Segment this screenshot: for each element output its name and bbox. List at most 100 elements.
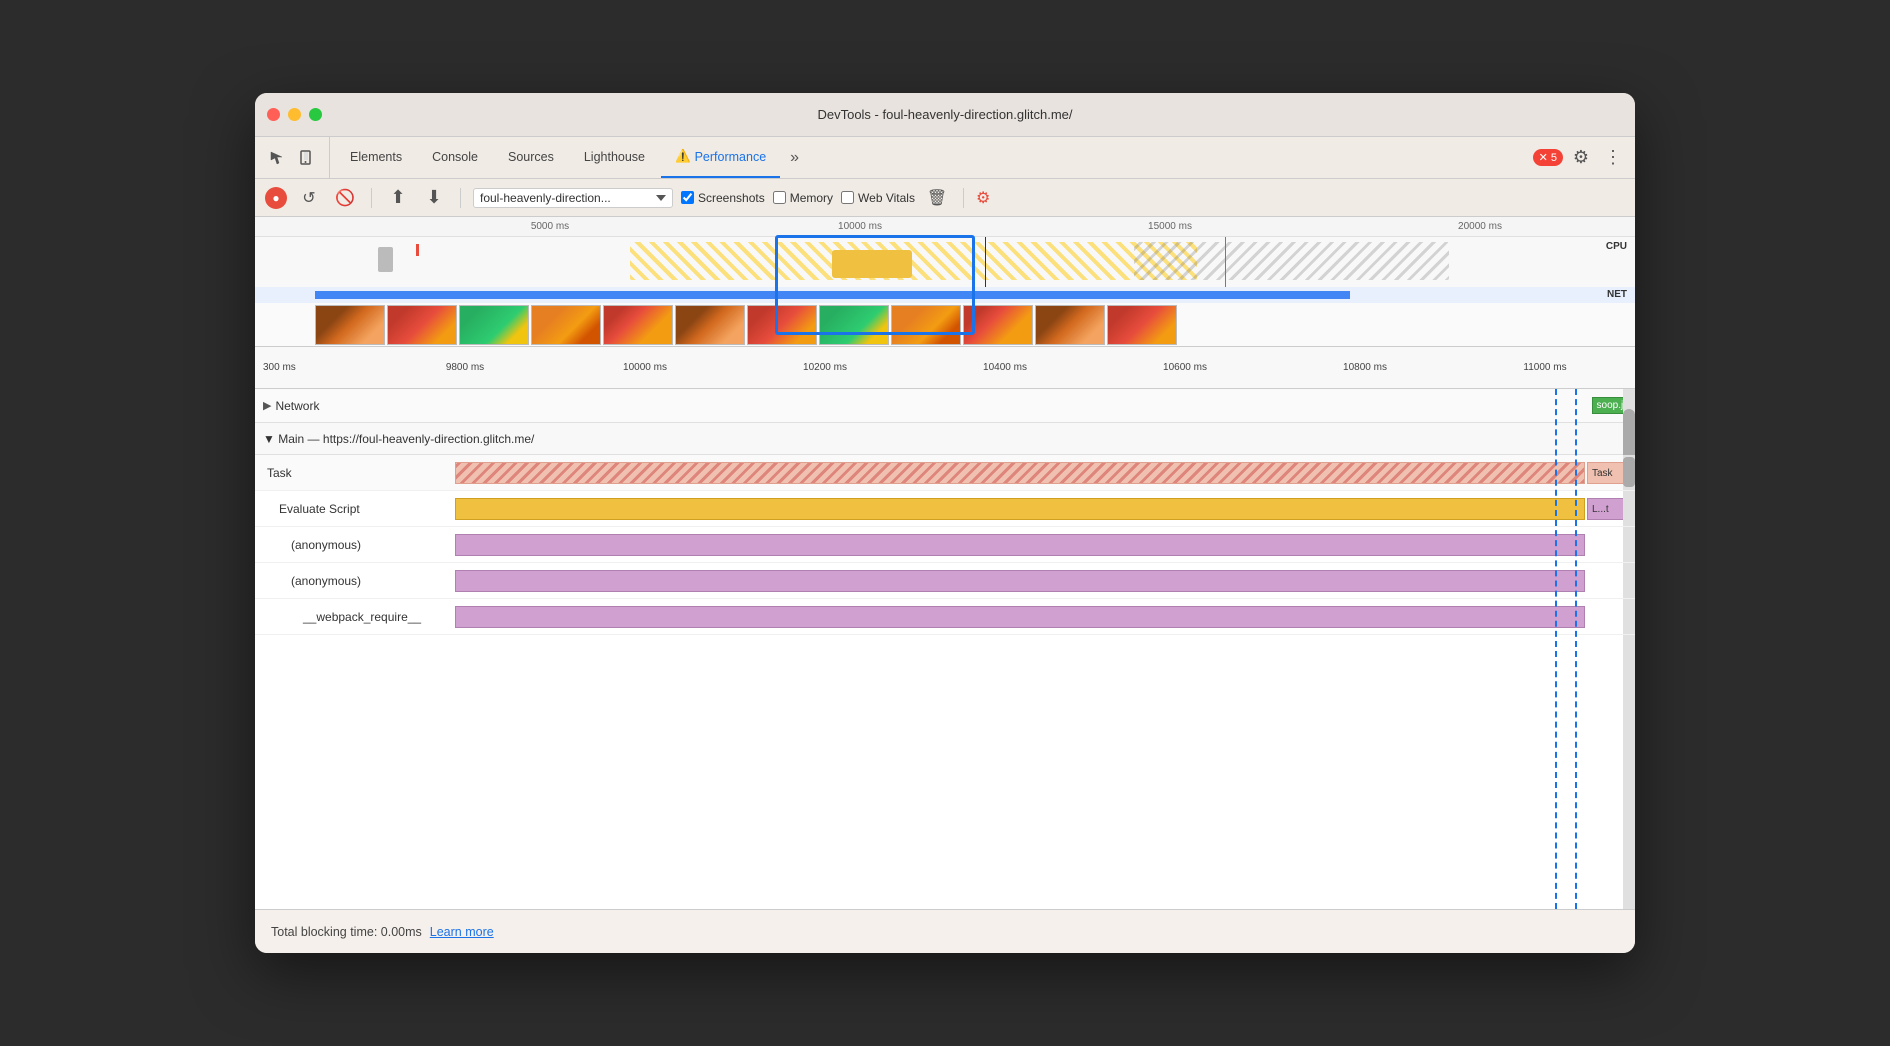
- webpack-label: __webpack_require__: [255, 610, 455, 624]
- screenshots-checkbox-group: Screenshots: [681, 191, 765, 205]
- perf-settings-icon[interactable]: ⚙: [976, 188, 990, 208]
- flame-row-task: Task Task: [255, 455, 1635, 491]
- screenshots-label: Screenshots: [698, 191, 765, 205]
- tab-elements[interactable]: Elements: [336, 137, 416, 178]
- webpack-bar[interactable]: [455, 606, 1585, 628]
- error-badge[interactable]: ✕ 5: [1533, 149, 1563, 166]
- screenshot-thumb-12: [1107, 305, 1177, 345]
- screenshot-thumb-11: [1035, 305, 1105, 345]
- reload-record-button[interactable]: ↺: [295, 184, 323, 212]
- cpu-gold-bump: [832, 250, 912, 278]
- detail-mark-4: 10600 ms: [1095, 362, 1275, 373]
- timeline-ruler: 5000 ms 10000 ms 15000 ms 20000 ms: [255, 217, 1635, 237]
- window-title: DevTools - foul-heavenly-direction.glitc…: [817, 107, 1072, 122]
- screenshot-thumb-8: [819, 305, 889, 345]
- anon2-bar-area: [455, 563, 1635, 598]
- toolbar-divider-3: [963, 188, 964, 208]
- error-x-icon: ✕: [1539, 151, 1548, 164]
- row-scrollbar-3: [1623, 527, 1635, 562]
- perf-toolbar: ● ↺ 🚫 ⬆ ⬇ foul-heavenly-direction... Scr…: [255, 179, 1635, 217]
- close-button[interactable]: [267, 108, 280, 121]
- row-scrollbar-2: [1623, 491, 1635, 526]
- anon2-bar[interactable]: [455, 570, 1585, 592]
- status-bar: Total blocking time: 0.00ms Learn more: [255, 909, 1635, 953]
- task-label: Task: [255, 466, 455, 480]
- record-button[interactable]: ●: [265, 187, 287, 209]
- evaluate-bar[interactable]: [455, 498, 1585, 520]
- detail-mark-6: 11000 ms: [1455, 362, 1635, 373]
- timeline-overview: 5000 ms 10000 ms 15000 ms 20000 ms CPU: [255, 217, 1635, 347]
- row-scrollbar-5: [1623, 599, 1635, 634]
- tab-sources[interactable]: Sources: [494, 137, 568, 178]
- ruler-marks: 5000 ms 10000 ms 15000 ms 20000 ms: [255, 221, 1635, 232]
- anon1-bar-area: [455, 527, 1635, 562]
- more-options-icon[interactable]: ⋮: [1599, 144, 1627, 172]
- flame-row-webpack: __webpack_require__: [255, 599, 1635, 635]
- flame-chart: ▶ Network soop.j! ▼ Main — https://foul-…: [255, 389, 1635, 909]
- toolbar-divider: [371, 188, 372, 208]
- memory-label: Memory: [790, 191, 833, 205]
- tab-lighthouse[interactable]: Lighthouse: [570, 137, 659, 178]
- screenshot-thumb-5: [603, 305, 673, 345]
- maximize-button[interactable]: [309, 108, 322, 121]
- devtools-window: DevTools - foul-heavenly-direction.glitc…: [255, 93, 1635, 953]
- timeline-detail: 300 ms 9800 ms 10000 ms 10200 ms 10400 m…: [255, 347, 1635, 389]
- evaluate-label: Evaluate Script: [255, 502, 455, 516]
- inspect-icon[interactable]: [263, 144, 291, 172]
- trash-icon[interactable]: 🗑: [923, 184, 951, 212]
- detail-left-mark: 300 ms: [255, 362, 315, 373]
- devtools-tabs: Elements Console Sources Lighthouse ⚠️ P…: [255, 137, 1635, 179]
- screenshot-thumb-3: [459, 305, 529, 345]
- cpu-hatch-gray: [1134, 242, 1449, 280]
- screenshots-row: [255, 303, 1635, 347]
- ruler-mark-0: 5000 ms: [395, 221, 705, 232]
- url-selector[interactable]: foul-heavenly-direction...: [473, 188, 673, 208]
- task-bar[interactable]: [455, 462, 1585, 484]
- flame-row-evaluate: Evaluate Script L...t: [255, 491, 1635, 527]
- tab-more[interactable]: »: [782, 137, 807, 178]
- minimize-button[interactable]: [288, 108, 301, 121]
- detail-mark-3: 10400 ms: [915, 362, 1095, 373]
- cpu-label: CPU: [1606, 241, 1627, 252]
- tbt-label: Total blocking time: 0.00ms: [271, 925, 422, 939]
- tab-right-controls: ✕ 5 ⚙ ⋮: [1533, 137, 1627, 178]
- evaluate-bar-area: L...t: [455, 491, 1635, 526]
- task-hatch: [456, 463, 1584, 483]
- webpack-bar-area: [455, 599, 1635, 634]
- toolbar-divider-2: [460, 188, 461, 208]
- anon1-label: (anonymous): [255, 538, 455, 552]
- screenshots-checkbox[interactable]: [681, 191, 694, 204]
- screenshot-thumb-1: [315, 305, 385, 345]
- anon1-bar[interactable]: [455, 534, 1585, 556]
- web-vitals-checkbox-group: Web Vitals: [841, 191, 915, 205]
- title-bar: DevTools - foul-heavenly-direction.glitc…: [255, 93, 1635, 137]
- cpu-hatch: [630, 242, 1197, 280]
- web-vitals-checkbox[interactable]: [841, 191, 854, 204]
- cpu-activity: [315, 242, 1575, 282]
- screenshot-thumb-10: [963, 305, 1033, 345]
- cpu-area: CPU: [255, 237, 1635, 287]
- upload-button[interactable]: ⬆: [384, 184, 412, 212]
- anon2-label: (anonymous): [255, 574, 455, 588]
- device-toolbar-icon[interactable]: [293, 144, 321, 172]
- main-thread-header: ▼ Main — https://foul-heavenly-direction…: [255, 423, 1635, 455]
- screenshot-thumb-4: [531, 305, 601, 345]
- detail-mark-5: 10800 ms: [1275, 362, 1455, 373]
- tab-console[interactable]: Console: [418, 137, 492, 178]
- row-scrollbar: [1623, 455, 1635, 490]
- learn-more-link[interactable]: Learn more: [430, 925, 494, 939]
- tab-performance[interactable]: ⚠️ Performance: [661, 137, 780, 178]
- toolbar-icons: [263, 137, 330, 178]
- memory-checkbox[interactable]: [773, 191, 786, 204]
- row-scrollbar-4: [1623, 563, 1635, 598]
- settings-gear-icon[interactable]: ⚙: [1567, 144, 1595, 172]
- clear-button[interactable]: 🚫: [331, 184, 359, 212]
- download-button[interactable]: ⬇: [420, 184, 448, 212]
- memory-checkbox-group: Memory: [773, 191, 833, 205]
- cpu-bump-1: [378, 247, 393, 272]
- ruler-mark-2: 15000 ms: [1015, 221, 1325, 232]
- flame-row-anon-1: (anonymous): [255, 527, 1635, 563]
- ruler-mark-1: 10000 ms: [705, 221, 1015, 232]
- net-area: NET: [255, 287, 1635, 303]
- main-thread-label: ▼ Main — https://foul-heavenly-direction…: [263, 432, 534, 446]
